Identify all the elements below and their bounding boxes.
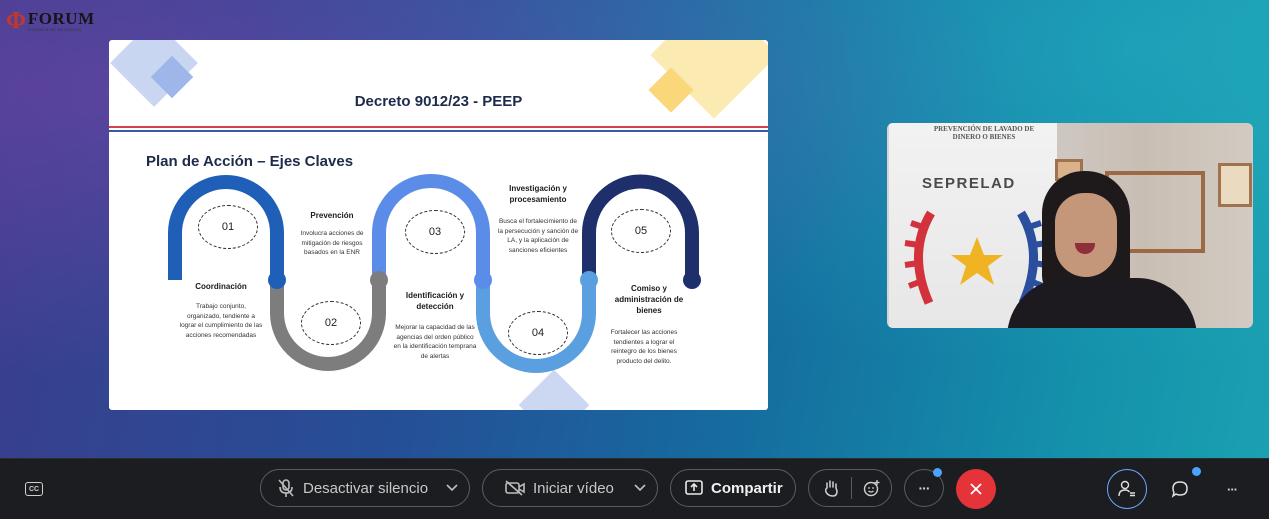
banner-name: SEPRELAD bbox=[922, 175, 1016, 192]
mute-label: Desactivar silencio bbox=[303, 479, 429, 497]
share-button[interactable]: Compartir bbox=[670, 469, 796, 507]
participant-video-tile[interactable]: PREVENCIÓN DE LAVADO DE DINERO O BIENES … bbox=[887, 123, 1253, 328]
track-node-1 bbox=[268, 271, 286, 289]
participants-button[interactable] bbox=[1107, 469, 1147, 509]
step-number-04: 04 bbox=[508, 311, 568, 355]
step-title-03: Identificación y detección bbox=[405, 291, 465, 311]
camera-off-icon bbox=[503, 480, 527, 496]
logo-phi-icon: Φ bbox=[6, 8, 26, 34]
meeting-toolbar: CC Desactivar silencio Iniciar vídeo Com… bbox=[0, 458, 1269, 519]
more-options-notification bbox=[933, 468, 942, 477]
participants-icon bbox=[1118, 480, 1135, 497]
logo-tagline: ESCUELA DE NEGOCIOS bbox=[27, 26, 82, 32]
step-desc-01: Trabajo conjunto, organizado, tendiente … bbox=[179, 303, 263, 339]
chat-notification bbox=[1192, 467, 1201, 476]
step-number-02: 02 bbox=[301, 301, 361, 345]
start-video-label: Iniciar vídeo bbox=[533, 479, 614, 497]
end-call-button[interactable] bbox=[956, 469, 996, 509]
mic-off-icon bbox=[275, 478, 297, 498]
track-node-4 bbox=[580, 271, 598, 289]
step-title-02: Prevención bbox=[310, 211, 354, 220]
wall-picture-2 bbox=[1218, 163, 1252, 207]
chat-icon bbox=[1171, 481, 1188, 498]
meeting-stage: Φ FORUM ESCUELA DE NEGOCIOS Decreto 9012… bbox=[0, 0, 1269, 458]
add-reaction-icon[interactable] bbox=[862, 479, 882, 497]
step-number-01: 01 bbox=[198, 205, 258, 249]
step-title-01: Coordinación bbox=[195, 282, 247, 291]
start-video-button[interactable]: Iniciar vídeo bbox=[482, 469, 658, 507]
step-desc-03: Mejorar la capacidad de las agencias del… bbox=[393, 324, 477, 360]
mute-button[interactable]: Desactivar silencio bbox=[260, 469, 470, 507]
speaker-torso bbox=[1007, 278, 1197, 328]
track-node-3 bbox=[474, 271, 492, 289]
close-icon bbox=[970, 483, 982, 495]
overflow-dots-icon: ··· bbox=[1227, 481, 1238, 497]
step-desc-02: Involucra acciones de mitigación de ries… bbox=[300, 230, 364, 256]
logo-wordmark: FORUM bbox=[27, 8, 95, 28]
step-desc-04: Busca el fortalecimiento de la persecuci… bbox=[497, 218, 579, 254]
mute-chevron-icon[interactable] bbox=[445, 484, 459, 492]
share-label: Compartir bbox=[711, 479, 783, 497]
overflow-menu-button[interactable]: ··· bbox=[1212, 469, 1252, 509]
speaker-face bbox=[1055, 193, 1117, 277]
reactions-group bbox=[808, 469, 892, 507]
reactions-divider bbox=[851, 477, 852, 499]
more-dots-icon: ··· bbox=[918, 480, 931, 496]
track-node-2 bbox=[370, 271, 388, 289]
step-title-05: Comiso y administración de bienes bbox=[614, 284, 684, 315]
captions-icon: CC bbox=[25, 482, 43, 496]
captions-button[interactable]: CC bbox=[14, 469, 54, 509]
share-screen-icon bbox=[683, 480, 705, 496]
video-chevron-icon[interactable] bbox=[633, 484, 647, 492]
step-number-03: 03 bbox=[405, 210, 465, 254]
step-desc-05: Fortalecer las acciones tendientes a log… bbox=[610, 329, 678, 365]
step-number-05: 05 bbox=[611, 209, 671, 253]
banner-heading: PREVENCIÓN DE LAVADO DE DINERO O BIENES bbox=[933, 125, 1035, 141]
shared-slide: Decreto 9012/23 - PEEP Plan de Acción – … bbox=[109, 40, 768, 410]
raise-hand-icon[interactable] bbox=[821, 479, 841, 497]
step-title-04: Investigación y procesamiento bbox=[509, 184, 567, 204]
forum-logo: Φ FORUM ESCUELA DE NEGOCIOS bbox=[6, 8, 114, 34]
